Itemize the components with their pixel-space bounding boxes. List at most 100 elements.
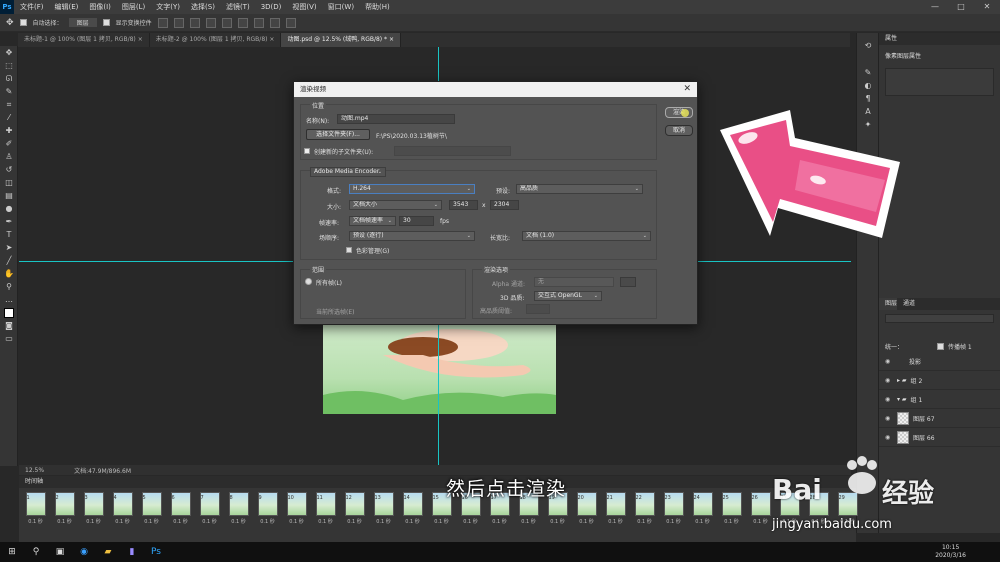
auto-select-checkbox[interactable] bbox=[19, 19, 27, 26]
lasso-tool-icon[interactable]: ᘏ bbox=[0, 72, 18, 85]
frame-delay[interactable]: 0.1 秒 bbox=[115, 518, 130, 525]
alpha-color-swatch[interactable] bbox=[620, 277, 636, 287]
auto-select-dropdown[interactable]: 图层 bbox=[68, 18, 97, 27]
screen-mode-icon[interactable]: ▭ bbox=[0, 332, 18, 345]
align-center-icon[interactable] bbox=[173, 17, 184, 28]
distribute-h-icon[interactable] bbox=[269, 17, 280, 28]
layer-row[interactable]: ◉ 图层 67 bbox=[879, 409, 1000, 428]
menu-edit[interactable]: 编辑(E) bbox=[55, 2, 79, 12]
aspect-select[interactable]: 文档 (1.0) ⌄ bbox=[522, 231, 651, 241]
browser-icon[interactable]: ◉ bbox=[72, 542, 96, 562]
align-top-icon[interactable] bbox=[205, 17, 216, 28]
eyedropper-tool-icon[interactable]: ⁄ bbox=[0, 111, 18, 124]
subfolder-input[interactable] bbox=[394, 146, 511, 156]
frame-delay[interactable]: 0.1 秒 bbox=[608, 518, 623, 525]
menu-help[interactable]: 帮助(H) bbox=[365, 2, 390, 12]
frame-delay[interactable]: 0.1 秒 bbox=[434, 518, 449, 525]
move-tool-icon[interactable]: ✥ bbox=[6, 18, 14, 28]
color-swatch-icon[interactable] bbox=[0, 306, 18, 319]
layer-row[interactable]: ◉ 图层 66 bbox=[879, 428, 1000, 447]
frame-delay[interactable]: 0.1 秒 bbox=[202, 518, 217, 525]
frame-delay[interactable]: 0.1 秒 bbox=[28, 518, 43, 525]
frame-delay[interactable]: 0.1 秒 bbox=[637, 518, 652, 525]
frame-delay[interactable]: 0.1 秒 bbox=[463, 518, 478, 525]
height-input[interactable]: 2304 bbox=[490, 200, 519, 210]
marquee-tool-icon[interactable]: ⬚ bbox=[0, 59, 18, 72]
menu-filter[interactable]: 滤镜(T) bbox=[226, 2, 250, 12]
frame-delay[interactable]: 0.1 秒 bbox=[57, 518, 72, 525]
create-subfolder-checkbox[interactable] bbox=[304, 148, 310, 154]
hand-tool-icon[interactable]: ✋ bbox=[0, 267, 18, 280]
visibility-eye-icon[interactable]: ◉ bbox=[885, 358, 893, 365]
frame-delay[interactable]: 0.1 秒 bbox=[318, 518, 333, 525]
layers-tab[interactable]: 图层 bbox=[879, 298, 898, 310]
align-right-icon[interactable] bbox=[189, 17, 200, 28]
visibility-eye-icon[interactable]: ◉ bbox=[885, 396, 893, 403]
more-tools-icon[interactable]: … bbox=[0, 293, 18, 306]
visibility-eye-icon[interactable]: ◉ bbox=[885, 434, 893, 441]
frame-delay[interactable]: 0.1 秒 bbox=[550, 518, 565, 525]
frame-delay[interactable]: 0.1 秒 bbox=[695, 518, 710, 525]
filename-input[interactable]: 动图.mp4 bbox=[337, 114, 455, 124]
tab-close-icon[interactable]: × bbox=[269, 36, 274, 43]
line-tool-icon[interactable]: ╱ bbox=[0, 254, 18, 267]
frame-delay[interactable]: 0.1 秒 bbox=[144, 518, 159, 525]
dodge-tool-icon[interactable]: ● bbox=[0, 202, 18, 215]
layers-filter-row[interactable] bbox=[879, 310, 1000, 340]
stamp-tool-icon[interactable]: ♙ bbox=[0, 150, 18, 163]
format-select[interactable]: H.264 ⌄ bbox=[349, 184, 475, 194]
menu-3d[interactable]: 3D(D) bbox=[261, 3, 282, 11]
frame-delay[interactable]: 0.1 秒 bbox=[347, 518, 362, 525]
layer-row[interactable]: ◉ 投影 bbox=[879, 352, 1000, 371]
adjustments-icon[interactable]: ◐ bbox=[857, 79, 879, 92]
frame-delay[interactable]: 0.1 秒 bbox=[86, 518, 101, 525]
healing-tool-icon[interactable]: ✚ bbox=[0, 124, 18, 137]
field-order-select[interactable]: 预设 (逐行) ⌄ bbox=[349, 231, 475, 241]
frame-delay[interactable]: 0.1 秒 bbox=[260, 518, 275, 525]
quality3d-select[interactable]: 交互式 OpenGL ⌄ bbox=[534, 291, 602, 301]
tab-untitled-2[interactable]: 未标题-2 @ 100% (图层 1 拷贝, RGB/8) × bbox=[150, 33, 282, 47]
tab-untitled-1[interactable]: 未标题-1 @ 100% (图层 1 拷贝, RGB/8) × bbox=[18, 33, 150, 47]
tab-animation-psd[interactable]: 动图.psd @ 12.5% (绒鸭, RGB/8) * × bbox=[281, 33, 402, 47]
close-window-button[interactable]: ✕ bbox=[974, 0, 1000, 14]
size-select[interactable]: 文档大小 ⌄ bbox=[349, 200, 442, 210]
color-management-checkbox[interactable] bbox=[346, 247, 352, 253]
all-frames-radio[interactable] bbox=[305, 278, 312, 285]
frame-delay[interactable]: 0.1 秒 bbox=[289, 518, 304, 525]
align-left-icon[interactable] bbox=[157, 17, 168, 28]
distribute-icon[interactable] bbox=[253, 17, 264, 28]
encoder-select[interactable]: Adobe Media Encoder ⌄ bbox=[310, 167, 386, 177]
menu-image[interactable]: 图像(I) bbox=[89, 2, 111, 12]
dialog-close-icon[interactable]: ✕ bbox=[683, 82, 691, 97]
move-tool-icon[interactable]: ✥ bbox=[0, 46, 18, 59]
visibility-eye-icon[interactable]: ◉ bbox=[885, 415, 893, 422]
search-icon[interactable]: ⚲ bbox=[24, 542, 48, 562]
framerate-select[interactable]: 文档帧速率 ⌄ bbox=[349, 216, 396, 226]
menu-select[interactable]: 选择(S) bbox=[191, 2, 215, 12]
select-folder-button[interactable]: 选择文件夹(F)... bbox=[306, 129, 370, 140]
zoom-tool-icon[interactable]: ⚲ bbox=[0, 280, 18, 293]
menu-file[interactable]: 文件(F) bbox=[20, 2, 44, 12]
menu-window[interactable]: 窗口(W) bbox=[328, 2, 354, 12]
zoom-level[interactable]: 12.5% bbox=[25, 467, 44, 474]
frame-delay[interactable]: 0.1 秒 bbox=[492, 518, 507, 525]
media-encoder-icon[interactable]: ▮ bbox=[120, 542, 144, 562]
brush-tool-icon[interactable]: ✐ bbox=[0, 137, 18, 150]
brush-settings-icon[interactable]: ✎ bbox=[857, 66, 879, 79]
frame-delay[interactable]: 0.1 秒 bbox=[173, 518, 188, 525]
crop-tool-icon[interactable]: ⌗ bbox=[0, 98, 18, 111]
pen-tool-icon[interactable]: ✒ bbox=[0, 215, 18, 228]
menu-layer[interactable]: 图层(L) bbox=[122, 2, 145, 12]
type-tool-icon[interactable]: T bbox=[0, 228, 18, 241]
layer-row[interactable]: ◉ ▾ ▰ 组 1 bbox=[879, 390, 1000, 409]
visibility-eye-icon[interactable]: ◉ bbox=[885, 377, 893, 384]
frame-delay[interactable]: 0.1 秒 bbox=[724, 518, 739, 525]
properties-fields[interactable] bbox=[885, 68, 994, 96]
tab-close-icon[interactable]: × bbox=[138, 36, 143, 43]
quick-mask-icon[interactable]: ◙ bbox=[0, 319, 18, 332]
eraser-tool-icon[interactable]: ◫ bbox=[0, 176, 18, 189]
minimize-button[interactable]: — bbox=[922, 0, 948, 14]
history-icon[interactable]: ⟲ bbox=[857, 39, 879, 52]
menu-type[interactable]: 文字(Y) bbox=[156, 2, 180, 12]
frame-delay[interactable]: 0.1 秒 bbox=[579, 518, 594, 525]
